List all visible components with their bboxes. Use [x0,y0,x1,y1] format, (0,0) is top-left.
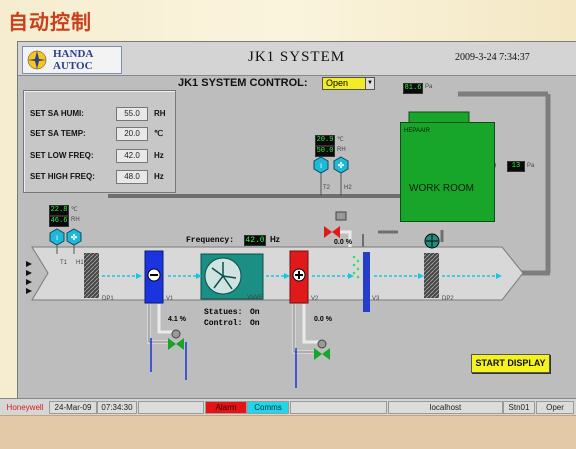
svg-text:ι: ι [56,233,58,242]
v1-opening: 4.1 % [168,316,186,323]
damper-icon [424,233,440,249]
svg-text:✤: ✤ [338,161,345,170]
v3-opening: 0.0 % [334,239,352,246]
diff-pressure-value: 13 [507,161,525,172]
page-footer [0,415,576,449]
outside-temp-value: 22.8 [49,205,69,216]
svg-text:✤: ✤ [71,233,78,242]
inlet-arrows [26,261,32,294]
h1-tag: H1 [76,260,84,266]
status-blank [138,401,204,414]
humidifier [363,252,370,312]
v2-tag: V2 [311,296,319,302]
status-date: 24-Mar-09 [49,401,97,414]
t1-tag: T1 [60,260,68,266]
dp2-tag: DP2 [442,296,454,302]
frequency-value: 42.0 [244,235,266,246]
work-room: HEPAAIR WORK ROOM [400,122,495,222]
vvvf-tag: VVVF [247,295,263,301]
status-station: Stn01 [503,401,535,414]
room-temp-unit: ℃ [337,137,344,143]
outside-humi-value: 46.6 [49,216,69,227]
work-room-label: WORK ROOM [409,183,474,194]
room-pressure-value: 81.6 [403,83,423,94]
outside-temp-unit: ℃ [71,207,78,213]
room-temp-value: 20.9 [315,135,335,146]
frequency-unit: Hz [270,235,280,244]
dp1-tag: DP1 [102,296,114,302]
h2-tag: H2 [344,185,352,191]
temp-sensor-t1-icon: ι [49,228,65,246]
humi-sensor-h2-icon: ✤ [333,156,349,174]
v3-tag: V3 [372,296,380,302]
room-humi-unit: RH [337,147,346,153]
fan-control-value: On [250,319,260,328]
hepa-label: HEPAAIR [404,128,430,134]
diff-pressure-unit: Pa [527,163,535,169]
status-message [290,401,387,414]
air-handler-duct [31,246,524,301]
fan-control-label: Control: [204,319,243,328]
v1-tag: V1 [166,296,174,302]
status-time: 07:34:30 [97,401,137,414]
t2-tag: T2 [323,185,331,191]
room-pressure-unit: Pa [425,84,433,90]
temp-sensor-t2-icon: ι [313,156,329,174]
fan-status-value: On [250,308,260,317]
outside-humi-unit: RH [71,217,80,223]
status-host: localhost [388,401,503,414]
alarm-indicator[interactable]: Alarm [205,401,247,414]
valve-v3[interactable] [324,211,347,238]
fan-status-label: Statues: [204,308,243,317]
honeywell-brand: Honeywell [6,403,44,412]
comms-indicator[interactable]: Comms [247,401,289,414]
frequency-label: Frequency: [186,236,235,245]
scada-window: HANDA AUTOC JK1 SYSTEM 2009-3-24 7:34:37… [17,41,576,399]
humi-sensor-h1-icon: ✤ [66,228,82,246]
status-bar: Honeywell 24-Mar-09 07:34:30 Alarm Comms… [0,398,576,415]
svg-text:ι: ι [320,161,322,170]
status-mode: Oper [536,401,574,414]
room-humi-value: 50.0 [315,146,335,157]
page-title: 自动控制 [8,12,92,34]
v2-opening: 0.0 % [314,316,332,323]
start-display-button[interactable]: START DISPLAY [471,354,550,373]
